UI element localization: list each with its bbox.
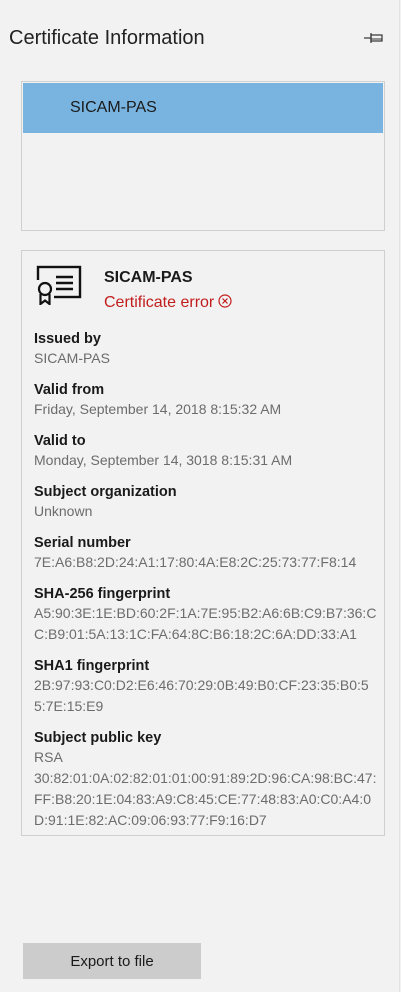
field-value: Monday, September 14, 3018 8:15:31 AM [34, 452, 293, 468]
field-serial-number: Serial number 7E:A6:B8:2D:24:A1:17:80:4A… [34, 534, 379, 573]
field-value: 2B:97:93:C0:D2:E6:46:70:29:0B:49:B0:CF:2… [34, 677, 369, 714]
certificate-status-text: Certificate error [104, 294, 215, 311]
field-value: A5:90:3E:1E:BD:60:2F:1A:7E:95:B2:A6:6B:C… [34, 605, 377, 642]
error-icon [218, 294, 232, 308]
certificate-information-panel: Certificate Information SICAM-PAS SICAM-… [0, 0, 400, 992]
field-value: SICAM-PAS [34, 350, 110, 366]
field-value: Friday, September 14, 2018 8:15:32 AM [34, 401, 282, 417]
pin-icon[interactable] [363, 31, 385, 45]
certificate-name: SICAM-PAS [104, 269, 193, 286]
certificate-status: Certificate error [104, 294, 232, 312]
certificate-list-item-label: SICAM-PAS [70, 99, 157, 116]
export-to-file-button[interactable]: Export to file [23, 943, 201, 979]
certificate-icon [36, 265, 82, 305]
field-label: SHA-256 fingerprint [34, 586, 171, 602]
certificate-list-item[interactable]: SICAM-PAS [23, 83, 383, 133]
field-label: Subject organization [34, 484, 177, 500]
field-label: Issued by [34, 331, 101, 347]
certificate-fields: Issued by SICAM-PAS Valid from Friday, S… [34, 330, 379, 835]
field-subject-organization: Subject organization Unknown [34, 483, 379, 522]
panel-header: Certificate Information [0, 0, 399, 72]
field-sha1-fingerprint: SHA1 fingerprint 2B:97:93:C0:D2:E6:46:70… [34, 657, 379, 717]
field-label: Subject public key [34, 730, 162, 746]
field-issued-by: Issued by SICAM-PAS [34, 330, 379, 369]
field-label: Valid from [34, 382, 105, 398]
field-value: Unknown [34, 503, 93, 519]
field-valid-from: Valid from Friday, September 14, 2018 8:… [34, 381, 379, 420]
field-value: RSA 30:82:01:0A:02:82:01:01:00:91:89:2D:… [34, 749, 377, 828]
certificate-list[interactable]: SICAM-PAS [21, 81, 385, 231]
field-value: 7E:A6:B8:2D:24:A1:17:80:4A:E8:2C:25:73:7… [34, 554, 357, 570]
field-label: Serial number [34, 535, 131, 551]
field-valid-to: Valid to Monday, September 14, 3018 8:15… [34, 432, 379, 471]
field-label: SHA1 fingerprint [34, 658, 150, 674]
certificate-details: SICAM-PAS Certificate error Issued by SI… [21, 250, 385, 836]
field-sha256-fingerprint: SHA-256 fingerprint A5:90:3E:1E:BD:60:2F… [34, 585, 379, 645]
panel-title: Certificate Information [9, 27, 205, 49]
field-subject-public-key: Subject public key RSA 30:82:01:0A:02:82… [34, 729, 379, 831]
field-label: Valid to [34, 433, 86, 449]
